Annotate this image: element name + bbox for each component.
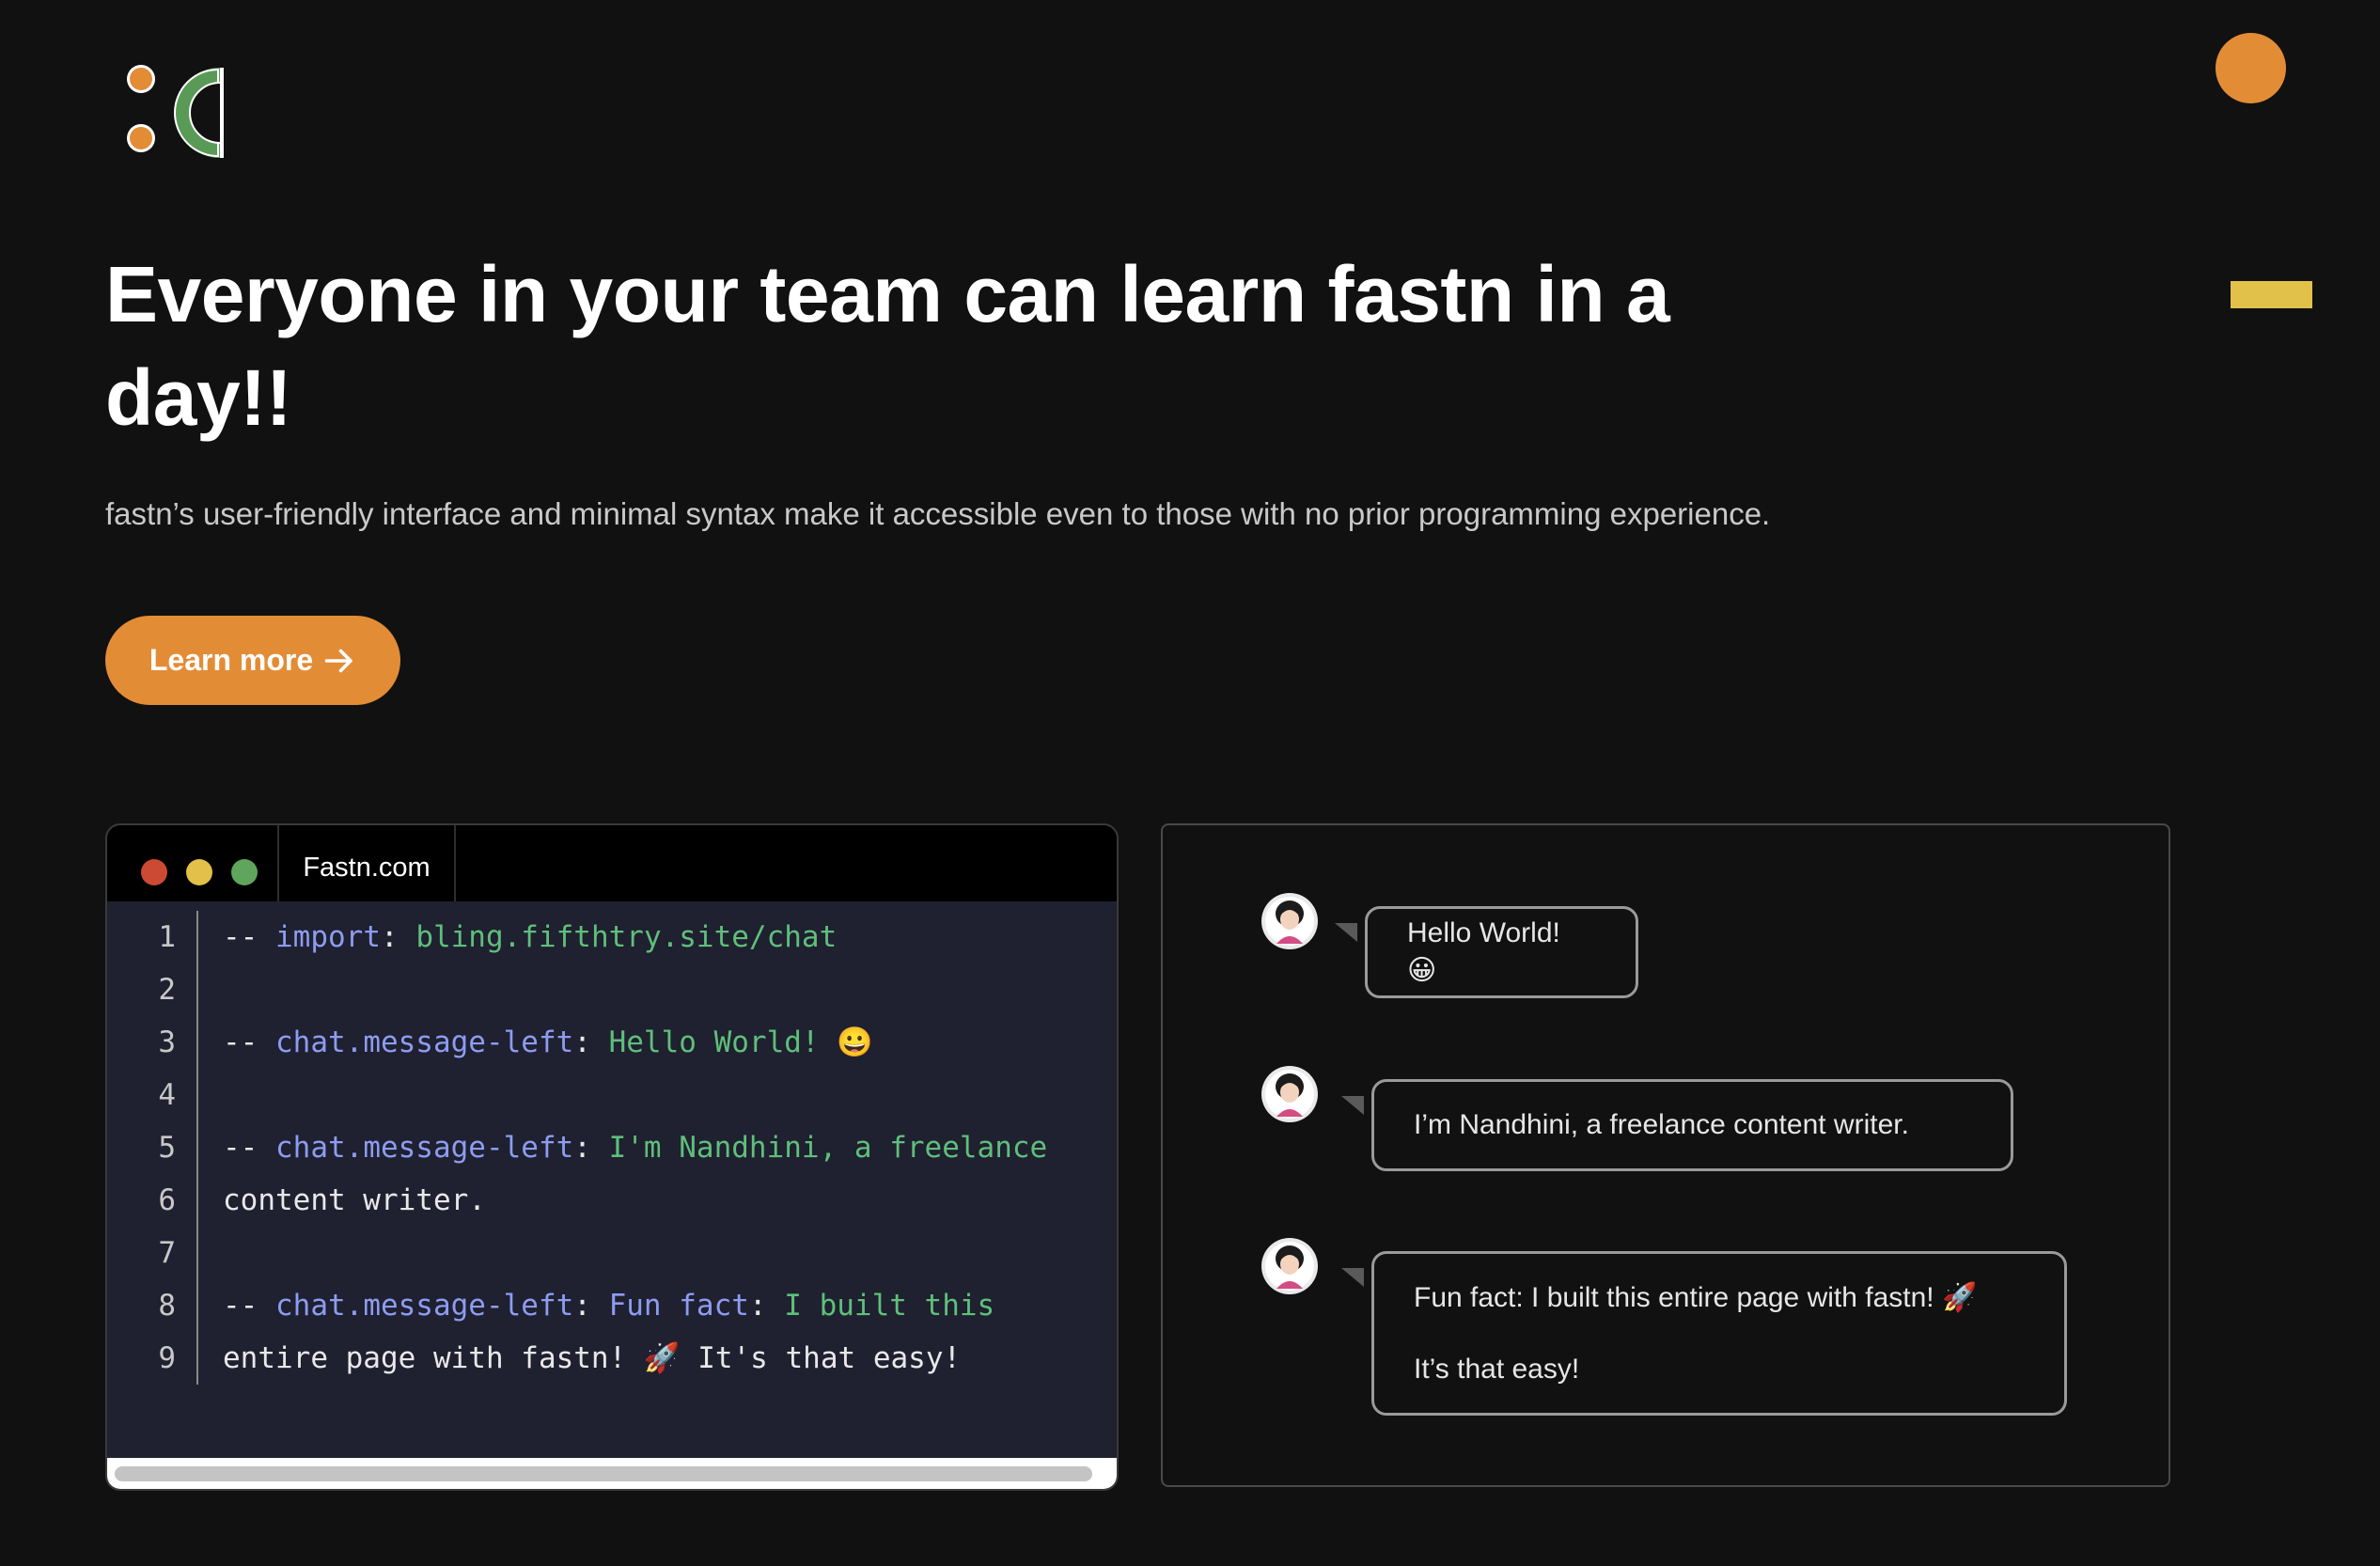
avatar	[1260, 1064, 1320, 1124]
code-window-titlebar: Fastn.com	[107, 825, 1117, 901]
avatar	[1260, 891, 1320, 951]
gutter-divider	[196, 911, 198, 1385]
line-number: 8	[158, 1289, 176, 1323]
code-line: content writer.	[223, 1174, 1098, 1227]
code-token: chat.message-left	[275, 1131, 574, 1165]
line-number: 3	[158, 1026, 176, 1059]
code-token: Hello World! 😀	[608, 1026, 873, 1059]
chat-message-text: It’s that easy!	[1414, 1353, 1580, 1385]
line-numbers: 1 2 3 4 5 6 7 8 9	[107, 911, 196, 1385]
minimize-dot-icon	[186, 859, 212, 885]
code-token: import	[275, 920, 381, 954]
code-token: chat.message-left	[275, 1026, 574, 1059]
bubble-tail	[1335, 923, 1357, 942]
close-dot-icon	[141, 859, 167, 885]
avatar	[1260, 1236, 1320, 1296]
chat-preview-panel: Hello World! 😀 I’m Nandhini, a freelance…	[1161, 823, 2170, 1487]
code-body: 1 2 3 4 5 6 7 8 9 -- import: bling.fifthtry.site…	[107, 901, 1117, 1456]
bubble-tail	[1341, 1268, 1364, 1287]
line-number: 5	[158, 1131, 176, 1165]
code-token: I'm Nandhini, a freelance	[608, 1131, 1048, 1165]
code-token: I built this	[784, 1289, 995, 1323]
code-line: -- chat.message-left: Hello World! 😀	[223, 1016, 1098, 1069]
maximize-dot-icon	[231, 859, 258, 885]
code-content[interactable]: -- import: bling.fifthtry.site/chat -- ch…	[223, 911, 1098, 1385]
decorative-orange-circle	[2216, 33, 2286, 103]
chat-message-text: Hello World! 😀	[1407, 917, 1560, 986]
line-number: 1	[158, 920, 176, 954]
code-token: :	[748, 1289, 785, 1323]
code-editor-window: Fastn.com 1 2 3 4 5 6 7 8 9 -- import: bling.fif…	[105, 823, 1119, 1491]
chat-message-bubble: Hello World! 😀	[1365, 906, 1638, 998]
scrollbar-thumb[interactable]	[115, 1466, 1092, 1481]
code-token: --	[223, 920, 275, 954]
fastn-logo-icon[interactable]	[122, 64, 226, 162]
code-token: --	[223, 1289, 275, 1323]
chat-message-bubble: I’m Nandhini, a freelance content writer…	[1371, 1079, 2013, 1171]
learn-more-label: Learn more	[149, 643, 314, 677]
code-line: entire page with fastn! 🚀 It's that easy…	[223, 1332, 1098, 1385]
code-token: --	[223, 1131, 275, 1165]
line-number: 6	[158, 1183, 176, 1217]
code-line: -- chat.message-left: Fun fact: I built …	[223, 1279, 1098, 1332]
decorative-yellow-bar	[2231, 281, 2312, 308]
code-token: chat.message-left	[275, 1289, 574, 1323]
code-token: content writer.	[223, 1183, 486, 1217]
code-token: :	[573, 1026, 609, 1059]
learn-more-button[interactable]: Learn more	[105, 616, 400, 705]
arrow-right-icon	[324, 649, 352, 672]
chat-message-text: I’m Nandhini, a freelance content writer…	[1414, 1109, 1909, 1140]
code-token: :	[380, 920, 416, 954]
line-number: 9	[158, 1341, 176, 1375]
line-number: 7	[158, 1236, 176, 1270]
code-tab[interactable]: Fastn.com	[277, 825, 456, 901]
code-token: :	[573, 1131, 609, 1165]
chat-message-bubble: Fun fact: I built this entire page with …	[1371, 1251, 2067, 1416]
code-token: Fun fact	[608, 1289, 749, 1323]
chat-message-text: Fun fact: I built this entire page with …	[1414, 1281, 1978, 1313]
hero-subtitle: fastn’s user-friendly interface and mini…	[105, 496, 1771, 531]
code-line: -- chat.message-left: I'm Nandhini, a fr…	[223, 1121, 1098, 1174]
hero-title: Everyone in your team can learn fastn in…	[105, 250, 1670, 442]
line-number: 2	[158, 973, 176, 1007]
code-token: --	[223, 1026, 275, 1059]
line-number: 4	[158, 1078, 176, 1112]
bubble-tail	[1341, 1096, 1364, 1115]
code-token: bling.fifthtry.site/chat	[415, 920, 838, 954]
code-token: :	[573, 1289, 609, 1323]
horizontal-scrollbar[interactable]	[107, 1458, 1117, 1489]
page: Everyone in your team can learn fastn in…	[0, 0, 2380, 1566]
code-line: -- import: bling.fifthtry.site/chat	[223, 911, 1098, 963]
code-token: entire page with fastn! 🚀 It's that easy…	[223, 1341, 962, 1375]
